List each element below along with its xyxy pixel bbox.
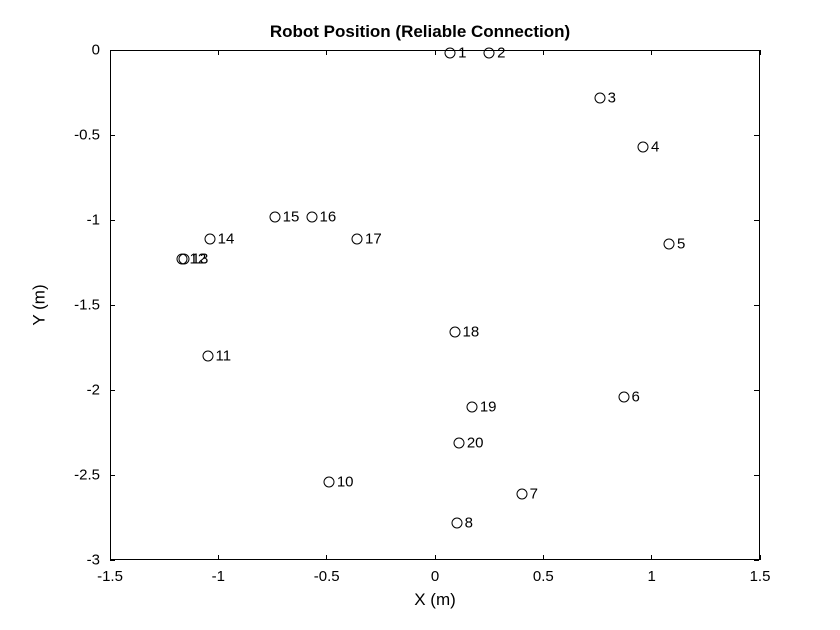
data-point-label: 19 <box>480 399 497 416</box>
x-tick-label: 0.5 <box>533 568 554 585</box>
data-point-marker <box>466 402 477 413</box>
y-tick-label: -2 <box>87 382 100 399</box>
data-point-marker <box>449 327 460 338</box>
data-point-marker <box>594 92 605 103</box>
data-point-label: 13 <box>192 251 209 268</box>
x-tick <box>760 555 761 560</box>
y-tick <box>754 305 759 306</box>
data-point-marker <box>638 141 649 152</box>
x-tick <box>218 555 219 560</box>
y-tick-label: 0 <box>92 42 100 59</box>
x-tick-label: 0 <box>431 568 439 585</box>
x-tick <box>543 555 544 560</box>
x-tick <box>326 50 327 55</box>
y-tick-label: -1.5 <box>74 297 100 314</box>
chart-title: Robot Position (Reliable Connection) <box>0 22 840 42</box>
x-tick-label: -0.5 <box>314 568 340 585</box>
x-tick <box>543 50 544 55</box>
data-point-marker <box>352 233 363 244</box>
data-point-marker <box>516 488 527 499</box>
x-tick-label: 1.5 <box>750 568 771 585</box>
data-point-label: 2 <box>497 45 505 62</box>
data-point-marker <box>451 517 462 528</box>
data-point-label: 1 <box>458 45 466 62</box>
data-point-label: 14 <box>218 230 235 247</box>
y-tick <box>110 305 115 306</box>
data-point-marker <box>664 238 675 249</box>
data-point-marker <box>484 48 495 59</box>
data-point-marker <box>202 351 213 362</box>
data-point-marker <box>178 254 189 265</box>
x-tick-label: -1 <box>212 568 225 585</box>
data-point-label: 5 <box>677 235 685 252</box>
data-point-label: 10 <box>337 473 354 490</box>
data-point-label: 6 <box>632 388 640 405</box>
data-point-label: 8 <box>465 514 473 531</box>
data-point-label: 7 <box>530 485 538 502</box>
y-axis-label-text: Y (m) <box>30 284 50 325</box>
data-point-marker <box>618 391 629 402</box>
x-tick <box>651 50 652 55</box>
x-axis-label: X (m) <box>110 590 760 610</box>
x-tick <box>435 555 436 560</box>
y-tick-label: -0.5 <box>74 127 100 144</box>
y-tick-label: -2.5 <box>74 467 100 484</box>
data-point-marker <box>323 476 334 487</box>
figure: Robot Position (Reliable Connection) X (… <box>0 0 840 630</box>
y-tick <box>110 475 115 476</box>
y-tick <box>754 560 759 561</box>
data-point-label: 4 <box>651 138 659 155</box>
y-tick <box>754 390 759 391</box>
y-tick <box>110 390 115 391</box>
y-tick-label: -1 <box>87 212 100 229</box>
data-point-marker <box>445 48 456 59</box>
x-tick <box>110 50 111 55</box>
y-tick <box>110 50 115 51</box>
data-point-marker <box>269 211 280 222</box>
y-tick <box>110 135 115 136</box>
y-tick <box>754 135 759 136</box>
data-point-label: 15 <box>283 208 300 225</box>
x-tick-label: 1 <box>647 568 655 585</box>
y-tick <box>754 475 759 476</box>
data-point-label: 18 <box>463 324 480 341</box>
axes-box <box>110 50 760 560</box>
data-point-marker <box>306 211 317 222</box>
x-tick <box>760 50 761 55</box>
data-point-label: 11 <box>216 348 232 365</box>
data-point-label: 20 <box>467 434 484 451</box>
x-tick <box>218 50 219 55</box>
x-tick <box>651 555 652 560</box>
x-tick <box>326 555 327 560</box>
x-tick <box>435 50 436 55</box>
data-point-label: 16 <box>320 208 337 225</box>
y-tick <box>754 50 759 51</box>
y-tick <box>110 220 115 221</box>
data-point-label: 17 <box>365 230 382 247</box>
x-tick-label: -1.5 <box>97 568 123 585</box>
y-tick-label: -3 <box>87 552 100 569</box>
y-tick <box>754 220 759 221</box>
data-point-marker <box>453 437 464 448</box>
data-point-marker <box>204 233 215 244</box>
y-axis-label: Y (m) <box>30 50 50 560</box>
data-point-label: 3 <box>608 89 616 106</box>
y-tick <box>110 560 115 561</box>
